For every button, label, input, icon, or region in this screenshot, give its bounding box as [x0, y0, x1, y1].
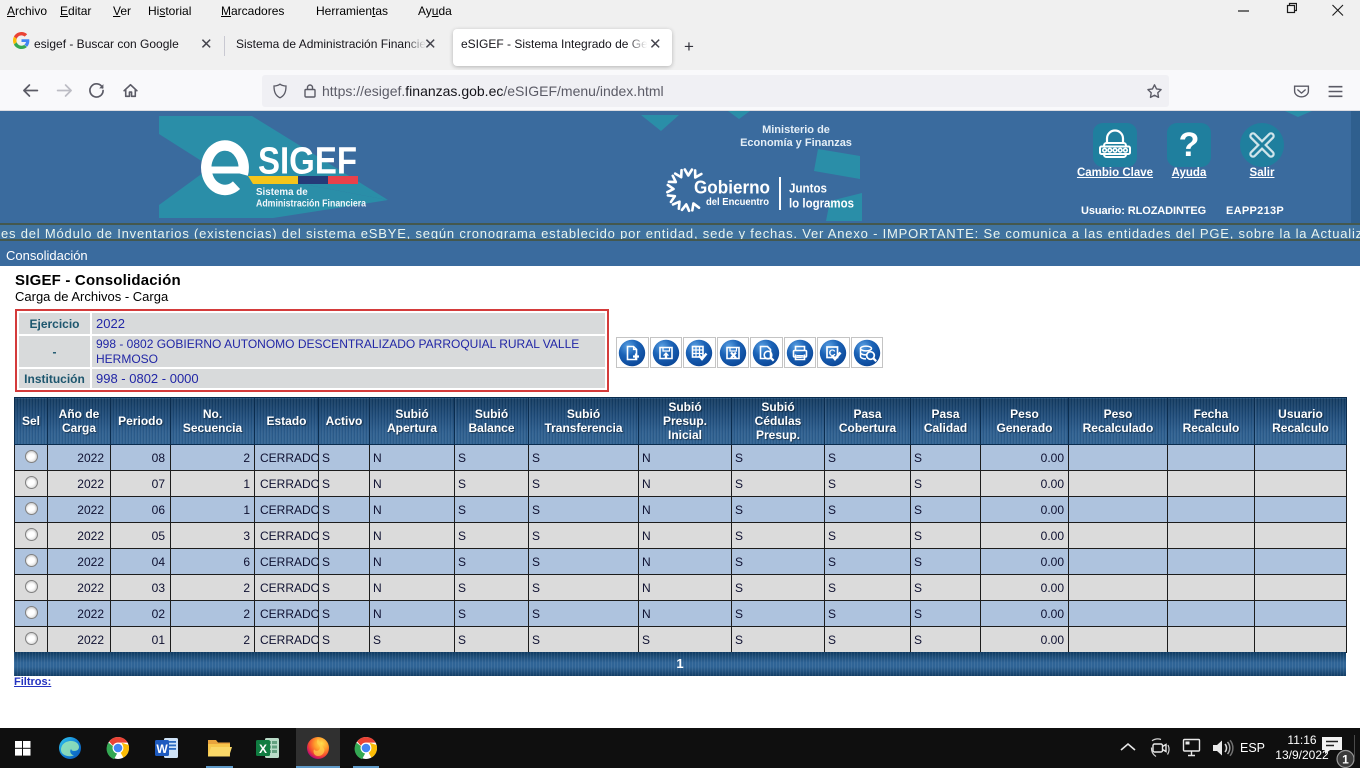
svg-text:del Encuentro: del Encuentro [706, 196, 769, 208]
svg-text:X: X [259, 742, 267, 756]
svg-text:Juntos: Juntos [789, 182, 827, 196]
svg-text:lo logramos: lo logramos [789, 197, 854, 211]
svg-text:Sistema de: Sistema de [256, 187, 308, 198]
svg-text:Administración Financiera: Administración Financiera [256, 199, 366, 210]
svg-text:1: 1 [1342, 753, 1349, 767]
svg-text:W: W [156, 742, 168, 756]
svg-text:Gobierno: Gobierno [694, 178, 770, 198]
svg-text:?: ? [1179, 126, 1200, 164]
